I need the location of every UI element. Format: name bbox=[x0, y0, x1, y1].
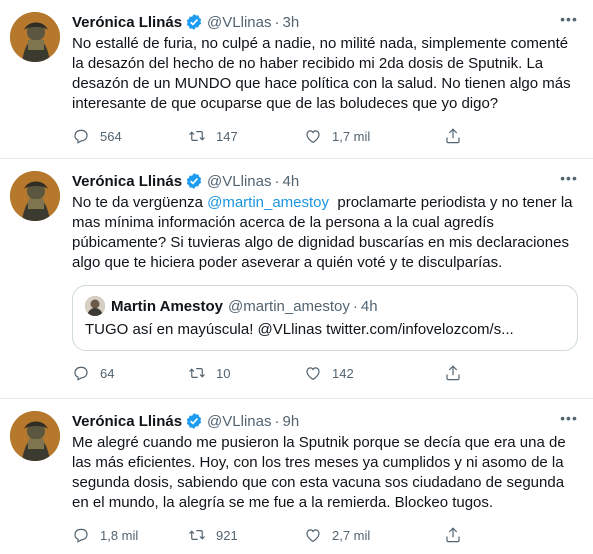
avatar[interactable] bbox=[10, 171, 60, 221]
share-icon bbox=[444, 526, 462, 544]
tweet-time[interactable]: 3h bbox=[282, 14, 299, 31]
author-name[interactable]: Verónica Llinás bbox=[72, 14, 182, 31]
retweet-count: 10 bbox=[216, 365, 231, 381]
reply-button[interactable]: 64 bbox=[72, 364, 188, 382]
reply-count: 64 bbox=[100, 365, 115, 381]
quoted-author-name: Martin Amestoy bbox=[111, 297, 223, 315]
more-options-icon[interactable]: ••• bbox=[559, 12, 579, 32]
mention-link[interactable]: @martin_amestoy bbox=[207, 194, 329, 211]
tweet-1[interactable]: Verónica Llinás @VLlinas · 3h No estallé… bbox=[0, 0, 593, 159]
heart-icon bbox=[304, 127, 322, 145]
quoted-tweet-header: Martin Amestoy @martin_amestoy · 4h bbox=[85, 296, 565, 316]
quoted-tweet[interactable]: Martin Amestoy @martin_amestoy · 4h TUGO… bbox=[72, 285, 578, 351]
share-icon bbox=[444, 127, 462, 145]
like-count: 142 bbox=[332, 365, 354, 381]
quoted-avatar bbox=[85, 296, 105, 316]
share-button[interactable] bbox=[444, 364, 472, 382]
like-count: 1,7 mil bbox=[332, 128, 371, 144]
share-button[interactable] bbox=[444, 127, 472, 145]
tweet-3[interactable]: Verónica Llinás @VLlinas · 9h Me alegré … bbox=[0, 399, 593, 554]
tweet-header: Verónica Llinás @VLlinas · 4h bbox=[72, 171, 577, 191]
verified-badge-icon bbox=[185, 13, 203, 31]
quoted-tweet-text: TUGO así en mayúscula! @VLlinas twitter.… bbox=[85, 321, 514, 338]
reply-icon bbox=[72, 364, 90, 382]
share-icon bbox=[444, 364, 462, 382]
heart-icon bbox=[304, 364, 322, 382]
like-button[interactable]: 1,7 mil bbox=[304, 127, 420, 145]
avatar[interactable] bbox=[10, 411, 60, 461]
retweet-count: 147 bbox=[216, 128, 238, 144]
retweet-button[interactable]: 10 bbox=[188, 364, 304, 382]
like-button[interactable]: 142 bbox=[304, 364, 420, 382]
verified-badge-icon bbox=[185, 172, 203, 190]
more-options-icon[interactable]: ••• bbox=[559, 411, 579, 431]
retweet-icon bbox=[188, 127, 206, 145]
reply-button[interactable]: 564 bbox=[72, 127, 188, 145]
separator: · bbox=[274, 412, 280, 430]
separator: · bbox=[352, 297, 358, 315]
quoted-tweet-time: 4h bbox=[360, 297, 378, 315]
retweet-icon bbox=[188, 526, 206, 544]
quoted-author-handle: @martin_amestoy bbox=[227, 297, 350, 315]
tweet-actions: 564 147 1,7 mil bbox=[72, 126, 577, 146]
reply-count: 564 bbox=[100, 128, 122, 144]
more-options-icon[interactable]: ••• bbox=[559, 171, 579, 191]
author-handle[interactable]: @VLlinas bbox=[207, 14, 271, 31]
verified-badge-icon bbox=[185, 412, 203, 430]
author-handle[interactable]: @VLlinas bbox=[207, 413, 271, 430]
heart-icon bbox=[304, 526, 322, 544]
author-name[interactable]: Verónica Llinás bbox=[72, 413, 182, 430]
tweet-text: No estallé de furia, no culpé a nadie, n… bbox=[72, 35, 571, 112]
separator: · bbox=[274, 13, 280, 31]
tweet-actions: 1,8 mil 921 2,7 mil bbox=[72, 525, 577, 545]
avatar[interactable] bbox=[10, 12, 60, 62]
separator: · bbox=[274, 172, 280, 190]
author-handle[interactable]: @VLlinas bbox=[207, 173, 271, 190]
retweet-button[interactable]: 147 bbox=[188, 127, 304, 145]
tweet-time[interactable]: 9h bbox=[282, 413, 299, 430]
reply-button[interactable]: 1,8 mil bbox=[72, 526, 188, 544]
tweet-text: No te da vergüenza @martin_amestoy procl… bbox=[72, 193, 577, 273]
retweet-icon bbox=[188, 364, 206, 382]
tweet-actions: 64 10 142 bbox=[72, 363, 577, 383]
tweet-header: Verónica Llinás @VLlinas · 3h bbox=[72, 12, 577, 32]
reply-icon bbox=[72, 127, 90, 145]
retweet-button[interactable]: 921 bbox=[188, 526, 304, 544]
tweet-text: Me alegré cuando me pusieron la Sputnik … bbox=[72, 434, 566, 511]
share-button[interactable] bbox=[444, 526, 472, 544]
reply-count: 1,8 mil bbox=[100, 527, 139, 543]
author-name[interactable]: Verónica Llinás bbox=[72, 173, 182, 190]
tweet-text-before: No te da vergüenza bbox=[72, 194, 208, 211]
tweet-header: Verónica Llinás @VLlinas · 9h bbox=[72, 411, 577, 431]
retweet-count: 921 bbox=[216, 527, 238, 543]
like-count: 2,7 mil bbox=[332, 527, 371, 543]
reply-icon bbox=[72, 526, 90, 544]
like-button[interactable]: 2,7 mil bbox=[304, 526, 420, 544]
tweet-time[interactable]: 4h bbox=[282, 173, 299, 190]
tweet-2[interactable]: Verónica Llinás @VLlinas · 4h No te da v… bbox=[0, 159, 593, 399]
